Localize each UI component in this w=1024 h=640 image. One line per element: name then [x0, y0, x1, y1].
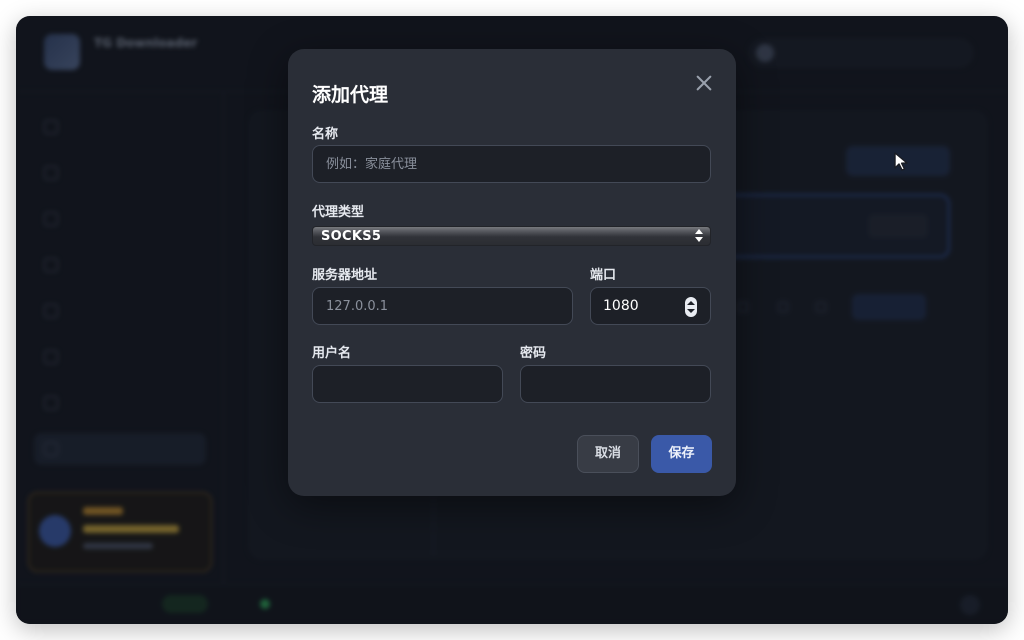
cancel-button[interactable]: 取消	[577, 435, 639, 473]
dialog-title: 添加代理	[312, 84, 389, 106]
name-input[interactable]	[312, 145, 711, 183]
port-input[interactable]: 1080	[590, 287, 711, 325]
server-address-input[interactable]	[312, 287, 573, 325]
close-icon[interactable]	[692, 71, 716, 95]
number-stepper-icon[interactable]	[685, 297, 697, 317]
proxy-type-select[interactable]: SOCKS5	[312, 226, 711, 246]
username-label: 用户名	[312, 346, 352, 361]
save-button[interactable]: 保存	[651, 435, 712, 473]
port-value: 1080	[603, 298, 639, 314]
add-proxy-dialog: 添加代理 名称 代理类型 SOCKS5 服务器地址 端口 1080 用户名 密码…	[288, 49, 736, 496]
proxy-type-value: SOCKS5	[321, 229, 382, 244]
mouse-pointer-icon	[894, 152, 908, 171]
server-label: 服务器地址	[312, 268, 378, 283]
username-input[interactable]	[312, 365, 503, 403]
port-label: 端口	[590, 268, 617, 283]
password-input[interactable]	[520, 365, 711, 403]
proxy-type-label: 代理类型	[312, 205, 365, 220]
select-arrows-icon	[694, 229, 704, 243]
password-label: 密码	[520, 346, 547, 361]
name-label: 名称	[312, 127, 339, 142]
